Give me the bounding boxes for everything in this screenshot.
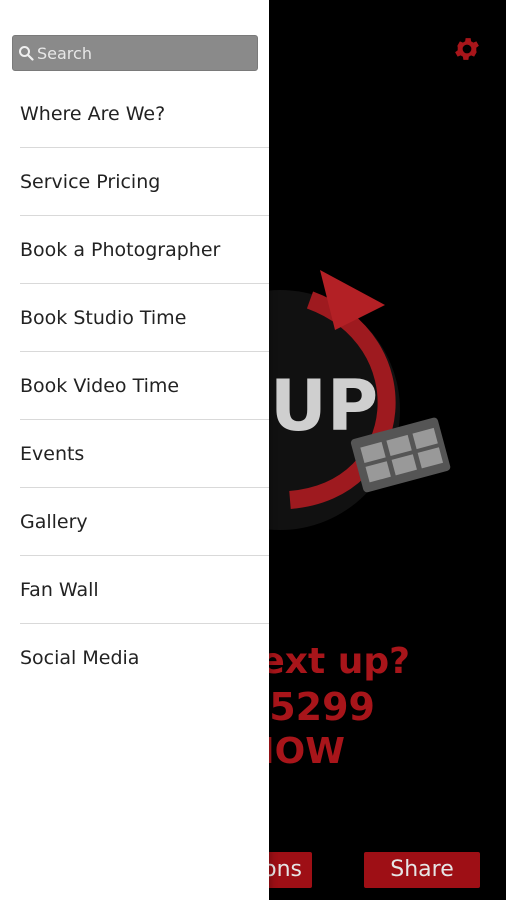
- search-bar[interactable]: [12, 35, 258, 71]
- menu-item-label: Book Studio Time: [20, 306, 187, 329]
- menu-item-label: Social Media: [20, 646, 140, 669]
- menu-item-service-pricing[interactable]: Service Pricing: [20, 148, 269, 216]
- search-input[interactable]: [37, 36, 252, 70]
- share-button[interactable]: Share: [364, 852, 480, 888]
- menu-item-book-video-time[interactable]: Book Video Time: [20, 352, 269, 420]
- menu-item-label: Service Pricing: [20, 170, 161, 193]
- menu-item-label: Book Video Time: [20, 374, 180, 397]
- menu-item-book-studio-time[interactable]: Book Studio Time: [20, 284, 269, 352]
- menu-item-label: Fan Wall: [20, 578, 99, 601]
- menu-item-label: Where Are We?: [20, 102, 166, 125]
- menu-item-social-media[interactable]: Social Media: [20, 624, 269, 691]
- menu-item-book-photographer[interactable]: Book a Photographer: [20, 216, 269, 284]
- logo-text: UP: [270, 365, 378, 447]
- gear-icon[interactable]: [452, 34, 482, 64]
- menu-item-fan-wall[interactable]: Fan Wall: [20, 556, 269, 624]
- menu-item-events[interactable]: Events: [20, 420, 269, 488]
- menu-item-label: Book a Photographer: [20, 238, 221, 261]
- menu-item-label: Gallery: [20, 510, 88, 533]
- menu-item-gallery[interactable]: Gallery: [20, 488, 269, 556]
- search-icon: [19, 46, 34, 61]
- navigation-drawer: Where Are We? Service Pricing Book a Pho…: [0, 0, 269, 900]
- drawer-menu: Where Are We? Service Pricing Book a Pho…: [0, 80, 269, 691]
- menu-item-where-are-we[interactable]: Where Are We?: [20, 80, 269, 148]
- menu-item-label: Events: [20, 442, 85, 465]
